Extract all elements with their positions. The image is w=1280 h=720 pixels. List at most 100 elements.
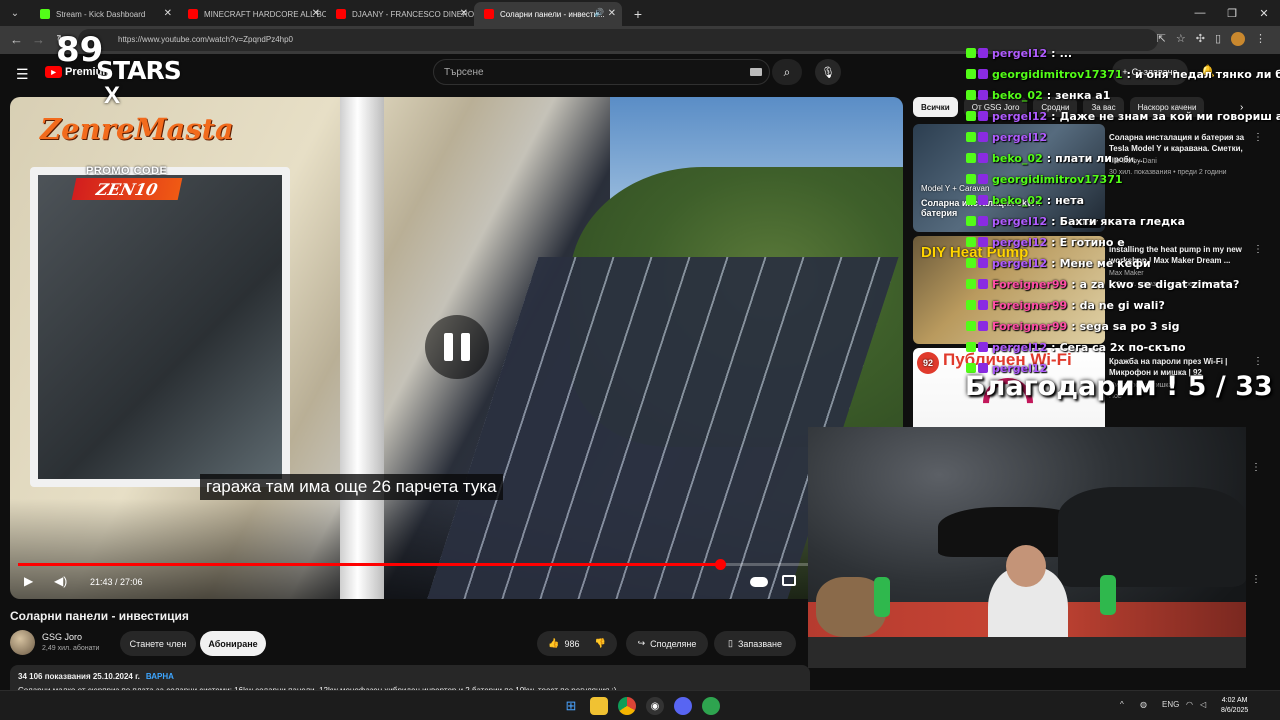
pause-icon[interactable] bbox=[425, 315, 489, 379]
browser-tab-bar: ⌄ Stream - Kick Dashboard ✕ MINECRAFT HA… bbox=[0, 0, 1280, 26]
app-icon[interactable] bbox=[702, 697, 720, 715]
save-button[interactable]: ▯ Запазване bbox=[714, 631, 796, 656]
chat-username[interactable]: Foreigner99 bbox=[992, 320, 1067, 333]
chat-username[interactable]: pergel12 bbox=[992, 236, 1047, 249]
more-options-icon[interactable]: ⋮ bbox=[1253, 356, 1263, 367]
windows-start-icon[interactable]: ⊞ bbox=[562, 697, 580, 715]
chat-text: и оня педал тянко ли беше bbox=[1134, 67, 1280, 81]
chat-username[interactable]: pergel12 bbox=[992, 47, 1047, 60]
speaker-icon[interactable]: 🔊 bbox=[594, 8, 604, 17]
subscribe-label: Абониране bbox=[208, 638, 258, 649]
chat-username[interactable]: beko_02 bbox=[992, 89, 1043, 102]
new-tab-button[interactable]: + bbox=[628, 4, 648, 24]
channel-name[interactable]: GSG Joro bbox=[42, 632, 82, 642]
wifi-icon[interactable]: ◠ bbox=[1186, 700, 1193, 709]
maximize-icon[interactable]: ❐ bbox=[1216, 0, 1248, 26]
subscribe-button[interactable]: Абониране bbox=[200, 631, 266, 656]
chat-message: Foreigner99: a za kwo se digat zimata? bbox=[966, 275, 1239, 293]
chat-username[interactable]: georgidimitrov17371 bbox=[992, 173, 1123, 186]
chat-username[interactable]: pergel12 bbox=[992, 341, 1047, 354]
sidebar-icon[interactable]: ▯ bbox=[1215, 32, 1221, 46]
more-options-icon[interactable]: ⋮ bbox=[1253, 132, 1263, 143]
menu-dots-icon[interactable]: ⋮ bbox=[1255, 32, 1266, 46]
chat-username[interactable]: georgidimitrov17371 bbox=[992, 68, 1123, 81]
search-input[interactable] bbox=[434, 60, 734, 84]
tray-app-icon[interactable]: ◍ bbox=[1140, 700, 1147, 709]
thumbs-up-icon[interactable]: 👍 bbox=[548, 638, 559, 649]
more-options-icon[interactable]: ⋮ bbox=[1251, 462, 1261, 473]
tab-search-icon[interactable]: ⌄ bbox=[4, 2, 26, 24]
tab-djaany[interactable]: DJAANY - FRANCESCO DINERO ✕ bbox=[326, 2, 474, 26]
chat-message: pergel12: Даже не знам за кой ми говориш … bbox=[966, 107, 1280, 125]
back-arrow-icon[interactable]: ← bbox=[10, 32, 23, 47]
chip-all[interactable]: Всички bbox=[913, 97, 958, 117]
video-frame-window bbox=[30, 167, 290, 487]
input-language[interactable]: ENG bbox=[1162, 700, 1179, 709]
obs-icon[interactable]: ◉ bbox=[646, 697, 664, 715]
chat-message: georgidimitrov17371: и оня педал тянко ли… bbox=[966, 65, 1280, 83]
chat-username[interactable]: Foreigner99 bbox=[992, 299, 1067, 312]
address-bar-row: ← → ↻ https://www.youtube.com/watch?v=Zp… bbox=[0, 26, 1280, 54]
join-label: Станете член bbox=[129, 638, 187, 649]
minimize-icon[interactable]: — bbox=[1184, 0, 1216, 26]
tab-solar-panels[interactable]: Соларни панели - инвести... 🔊 ✕ bbox=[474, 2, 622, 26]
forward-arrow-icon[interactable]: → bbox=[32, 32, 45, 47]
chat-username[interactable]: pergel12 bbox=[992, 110, 1047, 123]
webcam-desk bbox=[808, 637, 1246, 668]
like-count[interactable]: 986 bbox=[564, 639, 579, 649]
chat-username[interactable]: beko_02 bbox=[992, 194, 1043, 207]
captions-icon[interactable] bbox=[782, 575, 796, 586]
share-button[interactable]: ↪ Споделяне bbox=[626, 631, 708, 656]
discord-icon[interactable] bbox=[674, 697, 692, 715]
channel-avatar[interactable] bbox=[10, 630, 35, 655]
chat-username[interactable]: pergel12 bbox=[992, 215, 1047, 228]
chat-username[interactable]: Foreigner99 bbox=[992, 278, 1067, 291]
voice-search-button[interactable]: 🎙 bbox=[815, 59, 841, 85]
close-window-icon[interactable]: ✕ bbox=[1248, 0, 1280, 26]
chat-badge-icon bbox=[966, 90, 976, 100]
bookmark-star-icon[interactable]: ☆ bbox=[1176, 32, 1186, 46]
chat-badge-icon bbox=[978, 48, 988, 58]
keyboard-icon[interactable] bbox=[750, 68, 762, 76]
tab-kick-dashboard[interactable]: Stream - Kick Dashboard ✕ bbox=[30, 2, 178, 26]
volume-icon[interactable]: ◀) bbox=[54, 574, 67, 588]
extensions-icon[interactable]: ✣ bbox=[1196, 32, 1205, 46]
chat-text: da ne gi wali? bbox=[1079, 298, 1165, 312]
more-options-icon[interactable]: ⋮ bbox=[1253, 244, 1263, 255]
tab-minecraft[interactable]: MINECRAFT HARDCORE ALL BO... ✕ bbox=[178, 2, 326, 26]
progress-bar[interactable] bbox=[18, 559, 895, 570]
chat-username[interactable]: pergel12 bbox=[992, 257, 1047, 270]
chat-text: нета bbox=[1055, 193, 1084, 207]
chrome-icon[interactable] bbox=[618, 697, 636, 715]
webcam-overlay bbox=[808, 427, 1246, 668]
chat-badge-icon bbox=[978, 279, 988, 289]
chat-badge-icon bbox=[966, 258, 976, 268]
install-app-icon[interactable]: ⇱ bbox=[1157, 32, 1166, 46]
chat-username[interactable]: pergel12 bbox=[992, 131, 1047, 144]
menu-hamburger-icon[interactable]: ☰ bbox=[16, 66, 29, 83]
progress-scrubber[interactable] bbox=[714, 559, 726, 570]
chat-text: sega sa po 3 sig bbox=[1079, 319, 1180, 333]
tab-close-icon[interactable]: ✕ bbox=[312, 8, 320, 19]
join-button[interactable]: Станете член bbox=[120, 631, 196, 656]
tray-chevron-icon[interactable]: ^ bbox=[1120, 700, 1124, 709]
chat-separator: : bbox=[1051, 235, 1056, 249]
tab-close-icon[interactable]: ✕ bbox=[608, 8, 616, 19]
more-options-icon[interactable]: ⋮ bbox=[1251, 574, 1261, 585]
search-button[interactable]: ⌕ bbox=[772, 59, 802, 85]
volume-icon[interactable]: ◁ bbox=[1200, 700, 1206, 709]
recommendation-views: 30 хил. показвания • преди 2 години bbox=[1109, 169, 1227, 176]
location-hashtag[interactable]: ВАРНА bbox=[146, 672, 174, 681]
tab-close-icon[interactable]: ✕ bbox=[460, 8, 468, 19]
thumbs-down-icon[interactable]: 👎 bbox=[595, 638, 606, 649]
file-explorer-icon[interactable] bbox=[590, 697, 608, 715]
chat-badge-icon bbox=[966, 153, 976, 163]
system-clock[interactable]: 4:02 AM 8/6/2025 bbox=[1221, 696, 1248, 716]
tab-close-icon[interactable]: ✕ bbox=[164, 8, 172, 19]
promo-code-text: ZEN10 bbox=[94, 179, 160, 199]
autoplay-toggle[interactable] bbox=[750, 577, 768, 587]
chat-username[interactable]: beko_02 bbox=[992, 152, 1043, 165]
play-icon[interactable]: ▶ bbox=[24, 574, 33, 588]
profile-avatar[interactable] bbox=[1231, 32, 1245, 46]
recommendation-channel[interactable]: Car life by Dani bbox=[1109, 158, 1157, 165]
